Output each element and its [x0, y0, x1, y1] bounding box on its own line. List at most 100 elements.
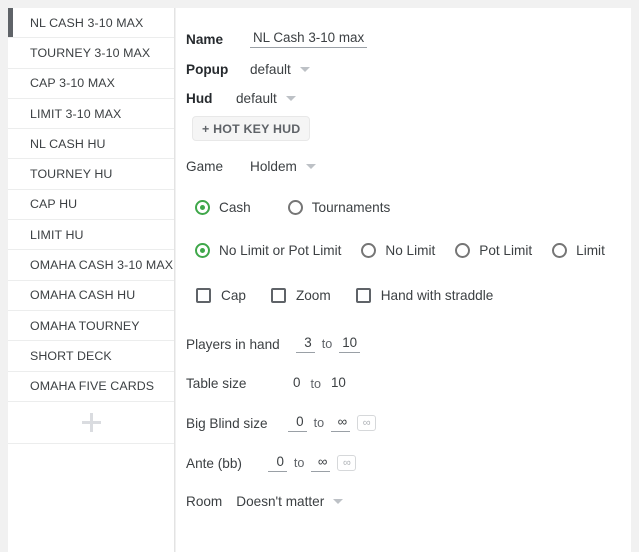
sidebar-item-label: CAP HU — [30, 197, 78, 212]
table-size-min-input[interactable]: 0 — [284, 375, 303, 392]
players-in-hand-max-input[interactable]: 10 — [339, 335, 361, 353]
sidebar-item-label: CAP 3-10 MAX — [30, 76, 115, 91]
players-in-hand-label: Players in hand — [186, 336, 280, 352]
checkbox-cap[interactable]: Cap — [196, 288, 246, 303]
checkbox-hand-with-straddle[interactable]: Hand with straddle — [355, 288, 494, 303]
sidebar-item-label: TOURNEY 3-10 MAX — [30, 45, 151, 60]
radio-pot-limit[interactable]: Pot Limit — [455, 243, 532, 258]
big-blind-size-row: Big Blind size 0 to ∞ ∞ — [186, 414, 631, 432]
table-size-max-input[interactable]: 10 — [328, 375, 349, 392]
sidebar-item-label: OMAHA FIVE CARDS — [30, 379, 155, 394]
game-row: Game Holdem — [186, 159, 631, 174]
hud-row: Hud default — [186, 91, 631, 106]
radio-no-limit-or-pot-limit[interactable]: No Limit or Pot Limit — [195, 243, 341, 258]
sidebar-item-11[interactable]: SHORT DECK — [8, 341, 174, 372]
radio-label: No Limit — [385, 243, 436, 258]
radio-tournaments[interactable]: Tournaments — [287, 200, 390, 215]
sidebar-item-8[interactable]: OMAHA CASH 3-10 MAX — [8, 250, 174, 281]
sidebar-item-9[interactable]: OMAHA CASH HU — [8, 280, 174, 311]
table-size-row: Table size 0 to 10 — [186, 375, 631, 392]
radio-limit[interactable]: Limit — [552, 243, 605, 258]
ante-row: Ante (bb) 0 to ∞ ∞ — [186, 454, 631, 472]
hot-key-hud-button[interactable]: + HOT KEY HUD — [192, 116, 311, 141]
popup-label: Popup — [186, 62, 229, 77]
name-input[interactable]: NL Cash 3-10 max — [250, 30, 368, 48]
range-separator: to — [313, 416, 325, 430]
radio-cash[interactable]: Cash — [195, 200, 251, 215]
app-window: NL CASH 3-10 MAX TOURNEY 3-10 MAX CAP 3-… — [0, 0, 639, 552]
room-select[interactable]: Doesn't matter — [236, 494, 344, 509]
sidebar-item-label: OMAHA CASH HU — [30, 288, 136, 303]
sidebar-item-label: OMAHA TOURNEY — [30, 318, 140, 333]
table-size-label: Table size — [186, 376, 247, 391]
checkbox-box — [196, 288, 211, 303]
radio-label: Cash — [219, 200, 251, 215]
chevron-down-icon — [299, 67, 310, 72]
sidebar-item-label: OMAHA CASH 3-10 MAX — [30, 258, 174, 273]
big-blind-max-input[interactable]: ∞ — [331, 414, 351, 432]
sidebar-item-7[interactable]: LIMIT HU — [8, 220, 174, 251]
infinity-icon-button[interactable]: ∞ — [337, 455, 357, 471]
ante-max-input[interactable]: ∞ — [311, 454, 331, 472]
radio-no-limit[interactable]: No Limit — [361, 243, 435, 258]
checkbox-box — [355, 288, 371, 303]
chevron-down-icon — [305, 164, 316, 169]
ante-label: Ante (bb) — [186, 455, 242, 471]
chevron-down-icon — [285, 96, 296, 101]
radio-indicator — [287, 200, 303, 215]
hud-select[interactable]: default — [236, 91, 296, 106]
popup-row: Popup default — [186, 62, 631, 77]
limit-type-radio-group: No Limit or Pot Limit No Limit Pot Limit… — [186, 243, 631, 258]
hud-label: Hud — [186, 91, 213, 106]
sidebar-item-10[interactable]: OMAHA TOURNEY — [8, 310, 174, 342]
hotkey-row: + HOT KEY HUD — [186, 116, 631, 141]
profiles-sidebar: NL CASH 3-10 MAX TOURNEY 3-10 MAX CAP 3-… — [8, 8, 175, 552]
room-label: Room — [186, 494, 223, 509]
sidebar-item-12[interactable]: OMAHA FIVE CARDS — [8, 371, 174, 402]
name-row: Name NL Cash 3-10 max — [186, 30, 631, 48]
sidebar-item-0[interactable]: NL CASH 3-10 MAX — [8, 8, 174, 39]
sidebar-item-label: TOURNEY HU — [30, 167, 113, 182]
room-row: Room Doesn't matter — [186, 494, 631, 509]
checkbox-label: Hand with straddle — [380, 288, 494, 303]
radio-indicator — [195, 200, 210, 215]
checkbox-box — [270, 288, 286, 303]
sidebar-item-1[interactable]: TOURNEY 3-10 MAX — [8, 38, 174, 69]
plus-icon — [81, 412, 101, 432]
add-profile-button[interactable] — [8, 401, 174, 444]
radio-indicator — [195, 243, 210, 258]
profile-settings-panel: Name NL Cash 3-10 max Popup default Hud … — [176, 8, 631, 552]
name-label: Name — [186, 31, 224, 47]
checkbox-label: Cap — [221, 288, 246, 303]
range-separator: to — [293, 456, 305, 470]
sidebar-item-6[interactable]: CAP HU — [8, 189, 174, 221]
radio-label: Pot Limit — [479, 243, 533, 258]
players-in-hand-min-input[interactable]: 3 — [295, 335, 315, 353]
big-blind-min-input[interactable]: 0 — [287, 414, 307, 432]
sidebar-item-5[interactable]: TOURNEY HU — [8, 159, 174, 190]
big-blind-size-label: Big Blind size — [186, 415, 268, 431]
radio-indicator — [455, 243, 471, 258]
infinity-icon-button[interactable]: ∞ — [357, 415, 377, 431]
radio-indicator — [361, 243, 377, 258]
sidebar-item-label: NL CASH 3-10 MAX — [30, 15, 144, 30]
sidebar-item-label: LIMIT HU — [30, 227, 84, 242]
ante-min-input[interactable]: 0 — [267, 454, 287, 472]
checkbox-zoom[interactable]: Zoom — [270, 288, 331, 303]
range-separator: to — [310, 376, 321, 391]
radio-label: Limit — [576, 243, 605, 258]
radio-label: No Limit or Pot Limit — [219, 243, 342, 258]
flags-checkbox-group: Cap Zoom Hand with straddle — [186, 288, 631, 303]
range-separator: to — [321, 337, 333, 351]
popup-select[interactable]: default — [250, 62, 310, 77]
sidebar-item-4[interactable]: NL CASH HU — [8, 129, 174, 160]
game-select-value: Holdem — [250, 159, 297, 174]
sidebar-item-3[interactable]: LIMIT 3-10 MAX — [8, 98, 174, 130]
room-select-value: Doesn't matter — [236, 494, 325, 509]
checkbox-label: Zoom — [295, 288, 331, 303]
sidebar-item-2[interactable]: CAP 3-10 MAX — [8, 68, 174, 99]
game-select[interactable]: Holdem — [250, 159, 316, 174]
radio-indicator — [552, 243, 568, 258]
sidebar-item-label: LIMIT 3-10 MAX — [30, 106, 122, 121]
cash-tournament-radio-group: Cash Tournaments — [186, 200, 631, 215]
